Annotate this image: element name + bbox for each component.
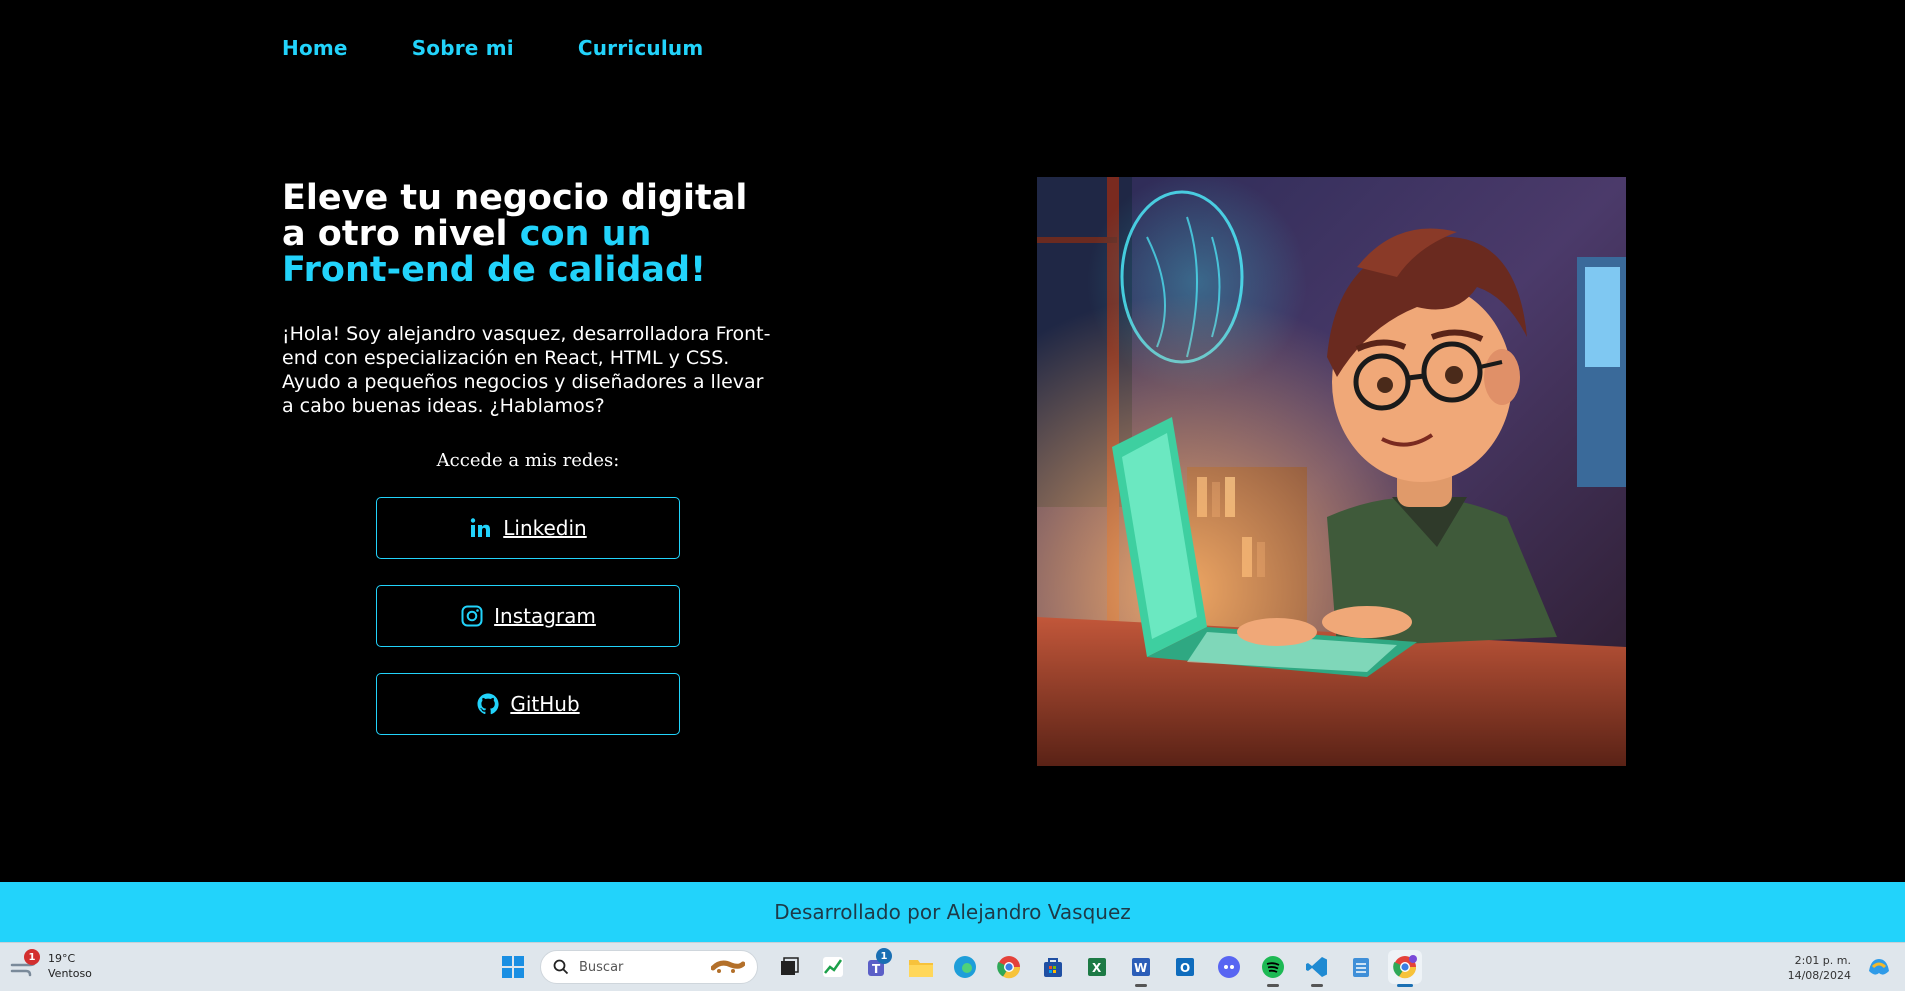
footer-credit: Desarrollado por Alejandro Vasquez (774, 900, 1131, 924)
spotify-icon[interactable] (1256, 950, 1290, 987)
hero-title-main: Eleve tu negocio digital a otro nivel (282, 178, 748, 254)
notepad-icon[interactable] (1344, 950, 1378, 984)
teams-badge: 1 (876, 948, 892, 964)
hero-description: ¡Hola! Soy alejandro vasquez, desarrolla… (282, 323, 771, 417)
instagram-icon (461, 605, 483, 627)
chrome-icon[interactable] (992, 950, 1026, 984)
windows-logo-icon (502, 956, 524, 978)
chrome-profile-icon[interactable] (1388, 950, 1422, 987)
word-icon[interactable]: W (1124, 950, 1158, 987)
clock-date: 14/08/2024 (1787, 969, 1851, 982)
excel-icon[interactable]: X (1080, 950, 1114, 984)
clock-time: 2:01 p. m. (1794, 954, 1851, 967)
svg-text:X: X (1092, 961, 1102, 975)
weather-temp: 19°C (48, 952, 76, 965)
instagram-label: Instagram (494, 604, 596, 628)
social-label: Accede a mis redes: (436, 450, 620, 471)
stocks-app-icon[interactable] (816, 950, 850, 984)
main-nav: Home Sobre mi Curriculum (282, 36, 703, 60)
os-taskbar: 1 19°C Ventoso Buscar T 1 X W O 2:01 p. … (0, 942, 1905, 991)
nav-link-curriculum[interactable]: Curriculum (578, 36, 704, 60)
svg-text:T: T (872, 962, 881, 976)
svg-text:W: W (1134, 961, 1147, 975)
weather-desc: Ventoso (48, 967, 92, 980)
github-label: GitHub (510, 692, 580, 716)
hero-title: Eleve tu negocio digital a otro nivel co… (282, 180, 782, 288)
linkedin-icon (471, 518, 491, 537)
store-icon[interactable] (1036, 950, 1070, 984)
github-icon (477, 693, 499, 715)
instagram-button[interactable]: Instagram (376, 585, 680, 647)
taskbar-search[interactable]: Buscar (540, 950, 758, 984)
svg-text:O: O (1180, 961, 1190, 975)
nav-link-home[interactable]: Home (282, 36, 348, 60)
weather-widget[interactable]: 1 19°C Ventoso (10, 949, 92, 981)
nav-link-sobre-mi[interactable]: Sobre mi (412, 36, 514, 60)
taskbar-apps: Buscar T 1 X W O (496, 948, 1422, 987)
outlook-icon[interactable]: O (1168, 950, 1202, 984)
vscode-icon[interactable] (1300, 950, 1334, 987)
word-active-indicator (1135, 984, 1147, 987)
teams-icon[interactable]: T 1 (860, 948, 894, 984)
footer: Desarrollado por Alejandro Vasquez (0, 882, 1905, 942)
edge-icon[interactable] (948, 950, 982, 984)
github-button[interactable]: GitHub (376, 673, 680, 735)
search-placeholder: Buscar (579, 959, 624, 975)
wind-icon: 1 (10, 949, 40, 979)
weather-alert-badge: 1 (24, 949, 40, 965)
hero-illustration (1037, 177, 1626, 766)
discord-icon[interactable] (1212, 950, 1246, 984)
task-view-icon[interactable] (772, 950, 806, 984)
taskbar-clock[interactable]: 2:01 p. m. 14/08/2024 (1788, 953, 1851, 983)
lizard-icon (711, 960, 745, 973)
search-icon (553, 959, 569, 975)
linkedin-button[interactable]: Linkedin (376, 497, 680, 559)
copilot-icon[interactable] (1865, 953, 1893, 981)
spotify-active-indicator (1267, 984, 1279, 987)
start-button[interactable] (496, 950, 530, 984)
chrome-active-indicator (1397, 984, 1413, 987)
file-explorer-icon[interactable] (904, 950, 938, 984)
linkedin-label: Linkedin (503, 516, 587, 540)
vscode-active-indicator (1311, 984, 1323, 987)
developer-illustration (1037, 177, 1626, 766)
